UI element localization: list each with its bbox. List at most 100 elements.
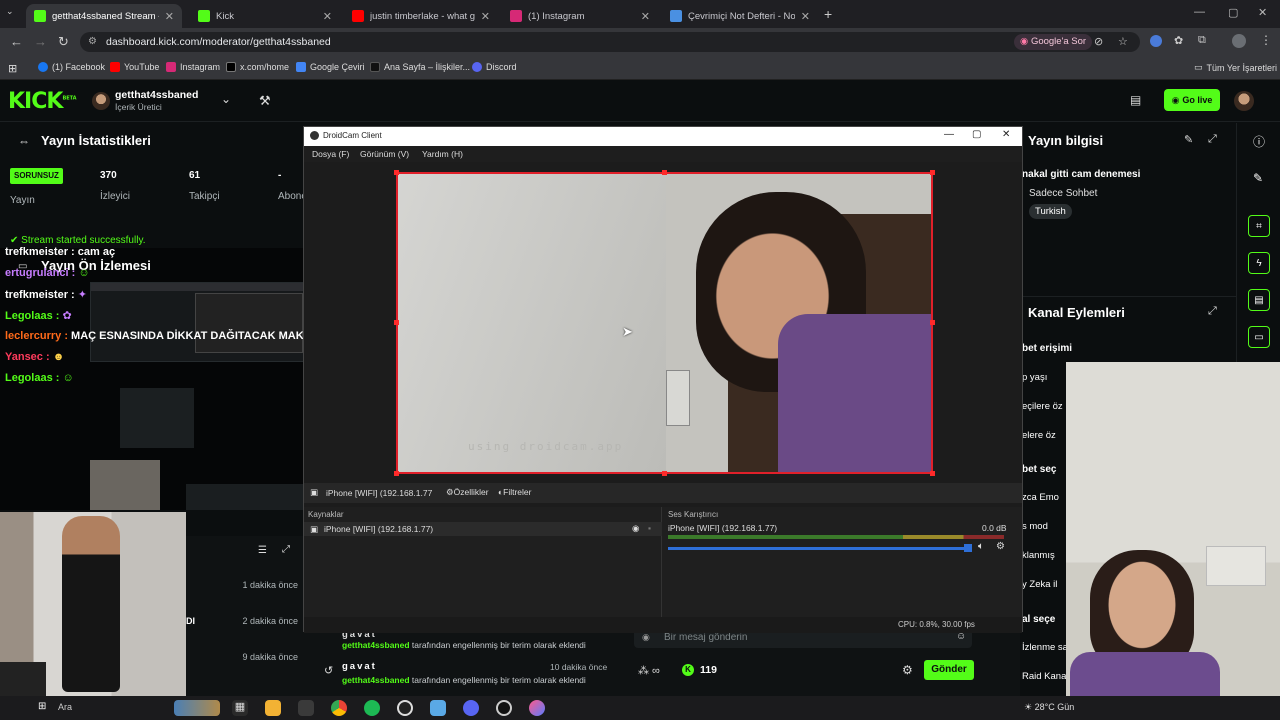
tab-kick[interactable]: Kick ✕ [190,4,340,28]
resize-handle[interactable] [394,320,399,325]
speaker-icon[interactable]: 🔈︎ [978,541,984,552]
channel-avatar[interactable] [92,92,110,110]
menu-file[interactable]: Dosya (F) [312,149,349,159]
maximize-window-icon[interactable]: ▢ [1228,6,1238,19]
volume-slider-track[interactable] [668,547,968,550]
extension-icon[interactable]: ✿ [1174,34,1183,47]
lock-icon[interactable]: ▪ [648,523,651,533]
layout-icon[interactable]: ▤ [1130,93,1141,107]
taskbar-search[interactable]: Ara [58,702,72,712]
close-tab-icon[interactable]: ✕ [801,10,810,23]
filter-icon[interactable]: ☰ [258,545,267,556]
go-live-button[interactable]: ◉ Go live [1164,89,1220,111]
close-icon[interactable]: ✕ [1002,129,1010,140]
file-explorer-icon[interactable] [265,700,281,716]
all-bookmarks[interactable]: ▭ Tüm Yer İşaretleri [1194,62,1277,73]
app-icon[interactable] [529,700,545,716]
menu-view[interactable]: Görünüm (V) [360,149,409,159]
tab-instagram[interactable]: (1) Instagram ✕ [502,4,658,28]
close-tab-icon[interactable]: ✕ [481,10,490,23]
chrome-icon[interactable] [331,700,347,716]
reload-icon[interactable]: ↻ [58,34,69,50]
close-window-icon[interactable]: ✕ [1258,6,1267,19]
popout-icon[interactable]: ⤢ [282,544,290,555]
minimize-window-icon[interactable]: — [1194,6,1205,18]
resize-handle[interactable] [394,471,399,476]
new-tab-button[interactable]: + [824,6,832,22]
kick-logo[interactable]: KICKBETA [8,89,77,114]
chat-settings-gear-icon[interactable]: ⚙ [902,663,913,677]
weather-widget[interactable]: ☀ 28°C Gün [1024,702,1074,713]
drag-handle-icon[interactable]: ⇔ [18,134,30,148]
star-icon[interactable]: ☆ [1118,32,1128,52]
bookmark-instagram[interactable]: Instagram [166,62,220,72]
close-tab-icon[interactable]: ✕ [641,10,650,23]
action-item[interactable]: al seçe [1022,614,1055,625]
action-item[interactable]: klanmış [1022,550,1055,561]
profile-icon[interactable] [1232,34,1246,48]
menu-help[interactable]: Yardım (H) [422,149,463,159]
maximize-icon[interactable]: ▢ [972,129,981,140]
forward-icon[interactable]: → [34,34,47,49]
close-tab-icon[interactable]: ✕ [165,10,174,23]
extensions-puzzle-icon[interactable]: ⧉ [1198,34,1206,47]
eye-off-icon[interactable]: ⊘ [1094,32,1103,52]
chat-bubble-icon[interactable]: ▭ [1248,326,1270,348]
bookmark-translate[interactable]: Google Çeviri [296,62,365,72]
action-item[interactable]: elere öz [1022,430,1056,441]
hammer-icon[interactable]: ⚒ [259,93,271,109]
url-bar[interactable]: ⚙ dashboard.kick.com/moderator/getthat4s… [80,32,1140,52]
lightning-icon[interactable]: ϟ [1248,252,1270,274]
send-button[interactable]: Gönder [924,660,974,680]
bookmark-facebook[interactable]: (1) Facebook [38,62,105,72]
tab-search-icon[interactable]: ⌄ [6,6,20,20]
action-item[interactable]: zca Emo [1022,492,1059,503]
channel-switch-chevron-down-icon[interactable]: ⌄ [221,92,231,106]
minimize-icon[interactable]: — [944,129,954,140]
extension-icon[interactable] [1150,35,1162,47]
filters-button[interactable]: ◐Filtreler [498,487,531,497]
resize-handle[interactable] [930,320,935,325]
tab-kick-stream[interactable]: getthat4ssbaned Stream - Kick ✕ [26,4,182,28]
user-avatar[interactable] [1234,91,1254,111]
clipboard-icon[interactable]: ▤ [1248,289,1270,311]
action-item[interactable]: y Zeka il [1022,579,1057,590]
google-ask-button[interactable]: ◉ Google'a Sor [1014,34,1093,50]
popout-icon[interactable]: ⤢ [1208,133,1217,146]
action-item[interactable]: s mod [1022,521,1048,532]
chat-icons-group[interactable]: ⁂ ∞ [638,664,660,677]
undo-icon[interactable]: ↺ [324,664,333,677]
visibility-eye-icon[interactable]: ◉ [632,523,639,534]
tab-notepad[interactable]: Çevrimiçi Not Defteri - Notlarını ✕ [662,4,818,28]
app-icon[interactable] [430,700,446,716]
menu-dots-icon[interactable]: ⋮ [1260,33,1272,47]
resize-handle[interactable] [394,170,399,175]
close-tab-icon[interactable]: ✕ [323,10,332,23]
bookmark-discord[interactable]: Discord [472,62,517,72]
source-item[interactable]: ▣ iPhone [WIFI] (192.168.1.77) ◉ ▪ [304,522,662,536]
action-item[interactable]: bet erişimi [1022,343,1072,354]
action-item[interactable]: Raid Kanalı [1022,671,1071,682]
resize-handle[interactable] [930,170,935,175]
resize-handle[interactable] [930,471,935,476]
action-item[interactable]: p yaşı [1022,372,1047,383]
edit-icon[interactable]: ✎ [1253,171,1263,185]
resize-handle[interactable] [662,170,667,175]
volume-slider-handle[interactable] [964,544,972,552]
bookmark-x[interactable]: x.com/home [226,62,289,72]
gear-icon[interactable]: ⚙ [996,541,1005,552]
windows-start-icon[interactable]: ⊞ [38,701,46,712]
apps-grid-icon[interactable]: ⊞ [8,62,17,75]
properties-button[interactable]: ⚙Özellikler [446,487,489,498]
info-icon[interactable]: ⓘ [1253,133,1265,150]
bookmark-youtube[interactable]: YouTube [110,62,159,72]
site-info-icon[interactable]: ⚙ [88,32,97,52]
crop-icon[interactable]: ⌗ [1248,215,1270,237]
app-icon[interactable] [298,700,314,716]
popout-icon[interactable]: ⤢ [1208,305,1217,318]
bookmark-home[interactable]: Ana Sayfa – İlişkiler... [370,62,470,72]
tab-youtube[interactable]: justin timberlake - what goes a ✕ [344,4,498,28]
app-icon[interactable] [496,700,512,716]
obs-icon[interactable] [397,700,413,716]
task-view-icon[interactable]: ▦ [232,700,248,716]
